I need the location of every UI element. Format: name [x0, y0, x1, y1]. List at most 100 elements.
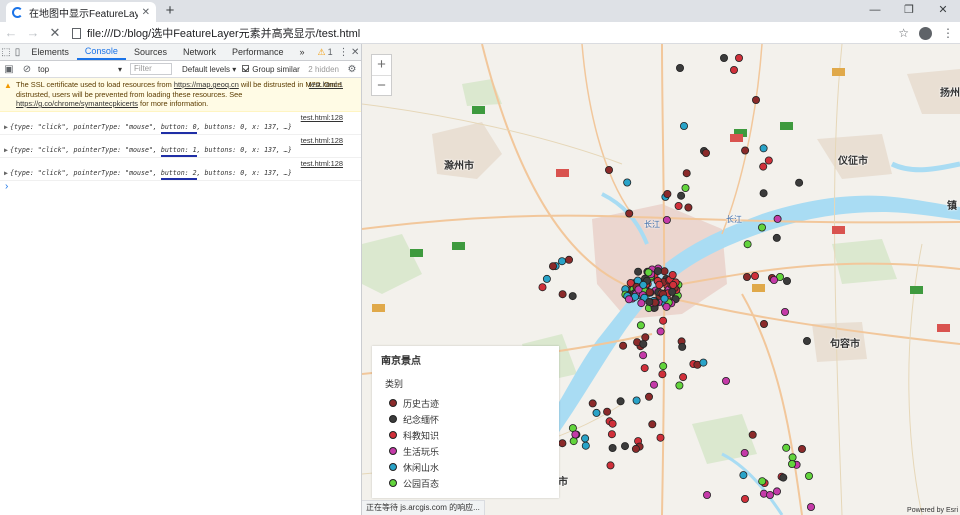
- poi-marker[interactable]: [679, 122, 688, 131]
- sidebar-toggle-icon[interactable]: ▣: [0, 64, 18, 75]
- poi-marker[interactable]: [619, 341, 628, 350]
- tab-sources[interactable]: Sources: [126, 44, 175, 60]
- poi-marker[interactable]: [639, 280, 648, 289]
- poi-marker[interactable]: [682, 169, 691, 178]
- poi-marker[interactable]: [568, 292, 577, 301]
- poi-marker[interactable]: [741, 146, 750, 155]
- devtools-menu-icon[interactable]: ⋮: [338, 44, 350, 60]
- expand-arrow-icon[interactable]: ▶: [4, 169, 8, 177]
- poi-marker[interactable]: [606, 461, 615, 470]
- warning-link-geoq[interactable]: https://map.geoq.cn: [174, 80, 239, 89]
- console-prompt[interactable]: ›: [0, 181, 361, 192]
- poi-marker[interactable]: [604, 166, 613, 175]
- inspect-element-icon[interactable]: ⬚: [0, 44, 12, 60]
- poi-marker[interactable]: [797, 444, 806, 453]
- poi-marker[interactable]: [625, 209, 634, 218]
- poi-marker[interactable]: [557, 257, 566, 266]
- console-settings-gear-icon[interactable]: ⚙: [343, 64, 361, 75]
- poi-marker[interactable]: [759, 162, 768, 171]
- poi-marker[interactable]: [782, 276, 791, 285]
- poi-marker[interactable]: [769, 275, 778, 284]
- minimize-icon[interactable]: —: [858, 0, 892, 22]
- poi-marker[interactable]: [636, 321, 645, 330]
- poi-marker[interactable]: [684, 203, 693, 212]
- console-log-message[interactable]: test.html:128 ▶ {type: "click", pointerTy…: [0, 135, 361, 158]
- warning-counter[interactable]: ⚠ 1: [313, 44, 338, 60]
- close-window-icon[interactable]: ✕: [926, 0, 960, 22]
- poi-marker[interactable]: [634, 267, 643, 276]
- poi-marker[interactable]: [742, 272, 751, 281]
- poi-marker[interactable]: [616, 397, 625, 406]
- poi-marker[interactable]: [759, 144, 768, 153]
- more-tabs-button[interactable]: »: [292, 44, 313, 60]
- poi-marker[interactable]: [719, 53, 728, 62]
- poi-marker[interactable]: [740, 448, 749, 457]
- poi-marker[interactable]: [644, 268, 653, 277]
- poi-marker[interactable]: [656, 433, 665, 442]
- forward-icon[interactable]: →: [22, 25, 44, 40]
- poi-marker[interactable]: [588, 399, 597, 408]
- filter-input[interactable]: Filter: [130, 63, 172, 75]
- poi-marker[interactable]: [608, 419, 617, 428]
- poi-marker[interactable]: [772, 233, 781, 242]
- poi-marker[interactable]: [548, 262, 557, 271]
- poi-marker[interactable]: [677, 191, 686, 200]
- message-source-link[interactable]: test.html:128: [301, 159, 343, 168]
- message-source-link[interactable]: test.html:1: [309, 80, 343, 90]
- poi-marker[interactable]: [750, 271, 759, 280]
- poi-marker[interactable]: [648, 420, 657, 429]
- poi-marker[interactable]: [795, 178, 804, 187]
- expand-arrow-icon[interactable]: ▶: [4, 146, 8, 154]
- poi-marker[interactable]: [734, 53, 743, 62]
- poi-marker[interactable]: [620, 442, 629, 451]
- zoom-out-button[interactable]: −: [372, 75, 391, 95]
- poi-marker[interactable]: [655, 280, 664, 289]
- device-toolbar-icon[interactable]: ▯: [12, 44, 24, 60]
- poi-marker[interactable]: [729, 65, 738, 74]
- poi-marker[interactable]: [780, 307, 789, 316]
- poi-marker[interactable]: [668, 270, 677, 279]
- poi-marker[interactable]: [645, 297, 654, 306]
- stop-icon[interactable]: ✕: [44, 25, 66, 41]
- poi-marker[interactable]: [748, 430, 757, 439]
- poi-marker[interactable]: [645, 288, 654, 297]
- poi-marker[interactable]: [639, 351, 648, 360]
- poi-marker[interactable]: [659, 362, 668, 371]
- poi-marker[interactable]: [637, 299, 646, 308]
- poi-marker[interactable]: [675, 381, 684, 390]
- poi-marker[interactable]: [759, 319, 768, 328]
- poi-marker[interactable]: [743, 240, 752, 249]
- poi-marker[interactable]: [660, 294, 669, 303]
- devtools-close-icon[interactable]: ✕: [349, 44, 361, 60]
- poi-marker[interactable]: [663, 189, 672, 198]
- poi-marker[interactable]: [675, 63, 684, 72]
- poi-marker[interactable]: [662, 215, 671, 224]
- poi-marker[interactable]: [721, 376, 730, 385]
- poi-marker[interactable]: [641, 333, 650, 342]
- poi-marker[interactable]: [679, 373, 688, 382]
- poi-marker[interactable]: [658, 370, 667, 379]
- log-levels-dropdown[interactable]: Default levels ▾: [182, 65, 236, 74]
- poi-marker[interactable]: [542, 274, 551, 283]
- poi-marker[interactable]: [603, 407, 612, 416]
- poi-marker[interactable]: [765, 490, 774, 499]
- poi-marker[interactable]: [558, 290, 567, 299]
- message-source-link[interactable]: test.html:128: [301, 113, 343, 122]
- poi-marker[interactable]: [678, 342, 687, 351]
- poi-marker[interactable]: [802, 336, 811, 345]
- poi-marker[interactable]: [538, 283, 547, 292]
- poi-marker[interactable]: [581, 441, 590, 450]
- poi-marker[interactable]: [699, 358, 708, 367]
- poi-marker[interactable]: [558, 439, 567, 448]
- poi-marker[interactable]: [804, 471, 813, 480]
- tab-close-icon[interactable]: ✕: [142, 7, 150, 18]
- poi-marker[interactable]: [782, 443, 791, 452]
- tab-console[interactable]: Console: [76, 44, 126, 60]
- poi-marker[interactable]: [681, 183, 690, 192]
- tab-elements[interactable]: Elements: [23, 44, 77, 60]
- poi-marker[interactable]: [581, 434, 590, 443]
- poi-marker[interactable]: [659, 316, 668, 325]
- poi-marker[interactable]: [653, 267, 662, 276]
- poi-marker[interactable]: [757, 223, 766, 232]
- poi-marker[interactable]: [773, 214, 782, 223]
